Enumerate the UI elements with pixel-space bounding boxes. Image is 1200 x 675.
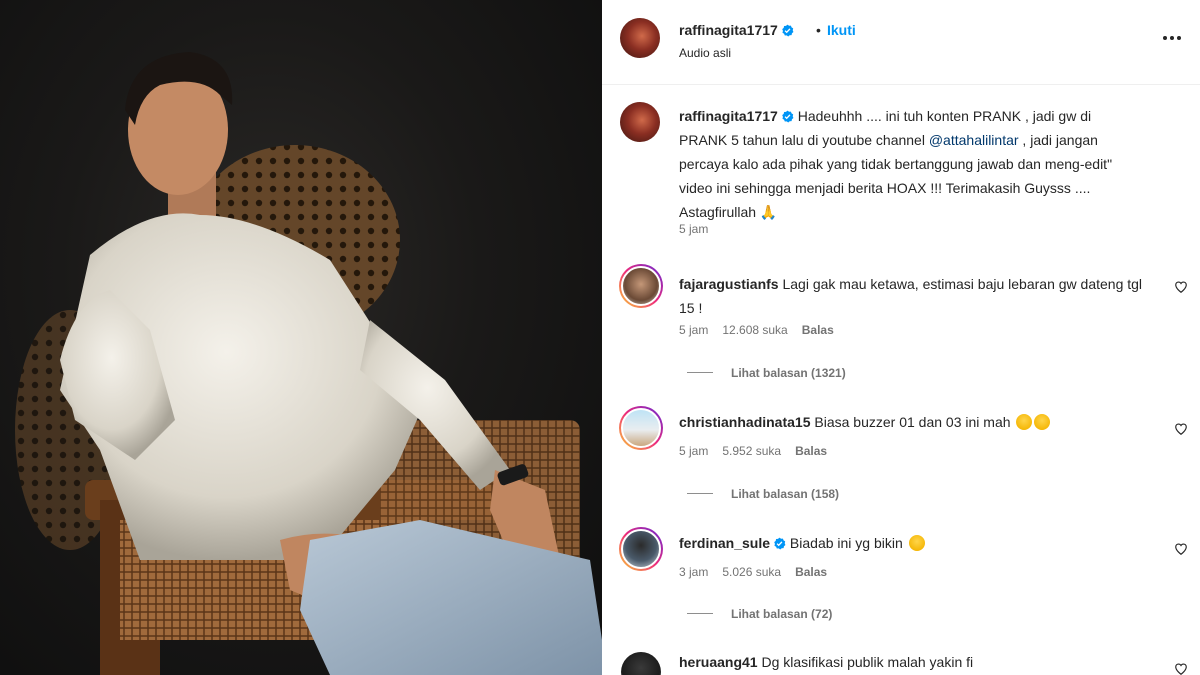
comment-text: Biasa buzzer 01 dan 03 ini mah	[814, 414, 1011, 430]
verified-badge-icon	[782, 24, 794, 37]
header-separator: •	[816, 22, 821, 38]
caption-timestamp[interactable]: 5 jam	[679, 222, 708, 236]
commenter-avatar[interactable]	[619, 406, 663, 450]
author-username-row: raffinagita1717	[679, 22, 794, 38]
crying-laughing-emoji-icon	[1034, 414, 1051, 430]
comment-time[interactable]: 5 jam	[679, 323, 708, 337]
comment-likes[interactable]: 5.952 suka	[722, 444, 781, 458]
post-caption: raffinagita1717 Hadeuhhh .... ini tuh ko…	[679, 104, 1119, 224]
view-replies-label: Lihat balasan (1321)	[731, 366, 846, 380]
commenter-avatar[interactable]	[619, 527, 663, 571]
view-replies-label: Lihat balasan (158)	[731, 487, 840, 501]
comment-time[interactable]: 5 jam	[679, 444, 708, 458]
comment-meta: 3 jam 5.026 suka Balas	[679, 565, 841, 579]
comment-body: heruaang41 Dg klasifikasi publik malah y…	[679, 650, 1149, 674]
replies-divider	[687, 613, 713, 614]
follow-button[interactable]: Ikuti	[827, 22, 856, 38]
commenter-username[interactable]: heruaang41	[679, 654, 758, 670]
like-heart-icon[interactable]	[1174, 542, 1188, 556]
commenter-avatar[interactable]	[621, 652, 661, 675]
comment-meta: 5 jam 5.952 suka Balas	[679, 444, 841, 458]
view-replies-button[interactable]: Lihat balasan (158)	[687, 487, 839, 501]
like-heart-icon[interactable]	[1174, 280, 1188, 294]
caption-mention-link[interactable]: @attahalilintar	[929, 132, 1019, 148]
author-avatar[interactable]	[620, 18, 660, 58]
commenter-username[interactable]: fajaragustianfs	[679, 276, 779, 292]
view-replies-button[interactable]: Lihat balasan (1321)	[687, 366, 846, 380]
post-photo	[15, 52, 602, 675]
comment-body: christianhadinata15 Biasa buzzer 01 dan …	[679, 410, 1149, 434]
comment-text: Dg klasifikasi publik malah yakin fi	[761, 654, 974, 670]
commenter-username[interactable]: ferdinan_sule	[679, 535, 770, 551]
post-panel: raffinagita1717 • Ikuti Audio asli raffi…	[602, 0, 1200, 675]
caption-author-username[interactable]: raffinagita1717	[679, 108, 778, 124]
commenter-username[interactable]: christianhadinata15	[679, 414, 811, 430]
astonished-face-emoji-icon	[908, 535, 925, 551]
crying-laughing-emoji-icon	[1016, 414, 1033, 430]
replies-divider	[687, 493, 713, 494]
comment-meta: 5 jam 12.608 suka Balas	[679, 323, 848, 337]
comment-body: ferdinan_sule Biadab ini yg bikin	[679, 531, 1149, 555]
view-replies-button[interactable]: Lihat balasan (72)	[687, 607, 832, 621]
comment-time[interactable]: 3 jam	[679, 565, 708, 579]
audio-label[interactable]: Audio asli	[679, 46, 731, 60]
comment-body: fajaragustianfs Lagi gak mau ketawa, est…	[679, 272, 1149, 320]
comment-likes[interactable]: 12.608 suka	[722, 323, 787, 337]
post-media[interactable]	[0, 0, 602, 675]
reply-button[interactable]: Balas	[795, 444, 827, 458]
verified-badge-icon	[782, 110, 794, 123]
caption-author-avatar[interactable]	[620, 102, 660, 142]
reply-button[interactable]: Balas	[795, 565, 827, 579]
author-username[interactable]: raffinagita1717	[679, 22, 778, 38]
commenter-avatar[interactable]	[619, 264, 663, 308]
comment-likes[interactable]: 5.026 suka	[722, 565, 781, 579]
verified-badge-icon	[774, 537, 786, 550]
view-replies-label: Lihat balasan (72)	[731, 607, 833, 621]
reply-button[interactable]: Balas	[802, 323, 834, 337]
replies-divider	[687, 372, 713, 373]
post-header: raffinagita1717 • Ikuti Audio asli	[602, 0, 1200, 85]
like-heart-icon[interactable]	[1174, 422, 1188, 436]
like-heart-icon[interactable]	[1174, 662, 1188, 675]
comment-text: Biadab ini yg bikin	[789, 535, 903, 551]
more-options-icon[interactable]	[1160, 33, 1184, 43]
